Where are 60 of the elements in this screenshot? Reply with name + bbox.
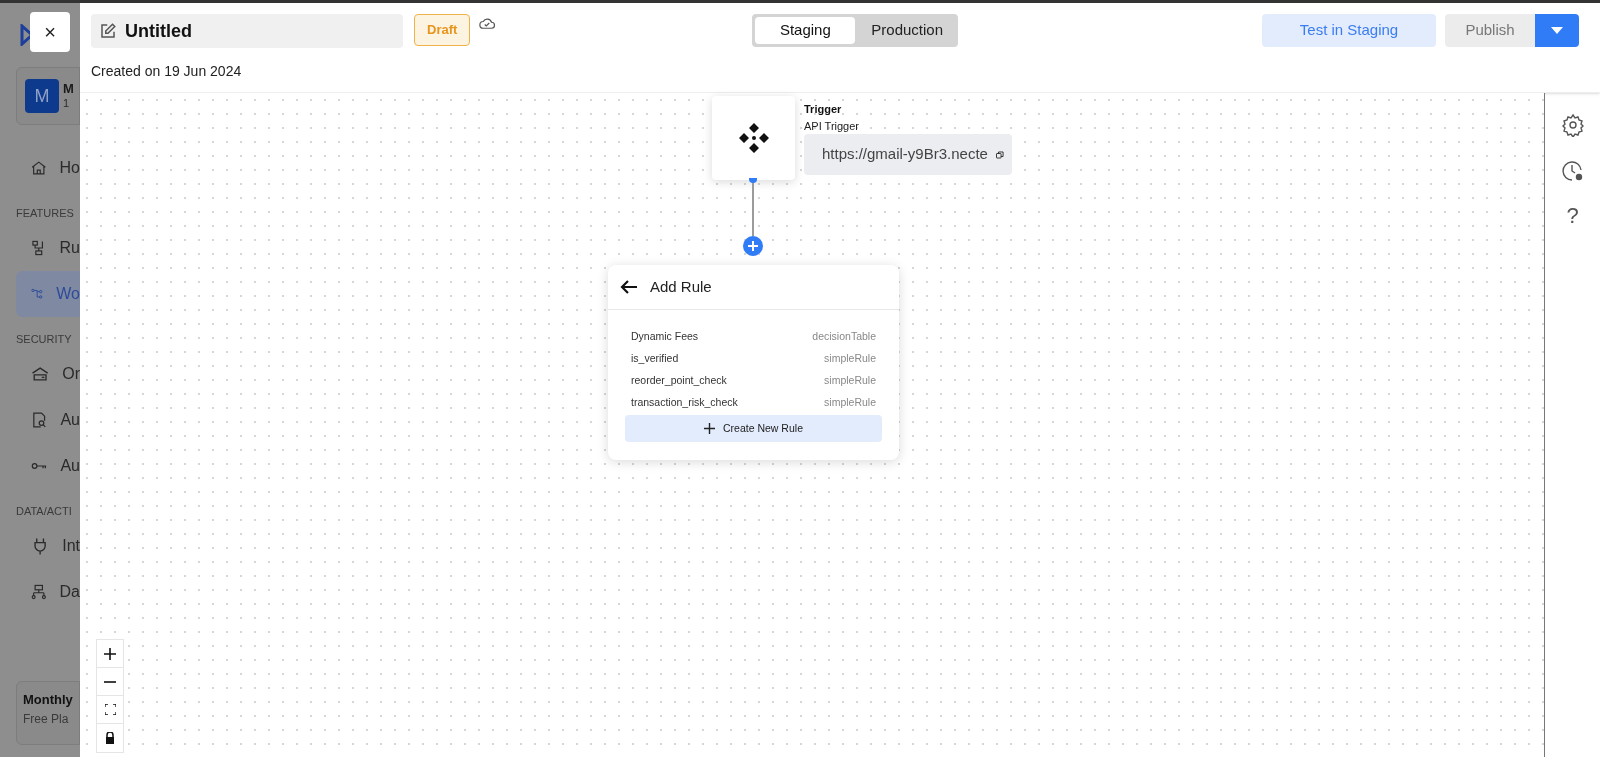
fit-view-icon [104, 704, 116, 715]
rule-name: is_verified [631, 351, 679, 367]
connector-handle [749, 178, 757, 183]
rule-type: decisionTable [812, 329, 876, 345]
trigger-title: Trigger [804, 102, 842, 117]
nav-item[interactable]: Ho [16, 145, 80, 191]
created-date: Created on 19 Jun 2024 [91, 62, 243, 81]
caret-icon [1551, 26, 1563, 35]
api-icon [737, 122, 770, 154]
rule-name: Dynamic Fees [631, 329, 699, 345]
lock-icon [105, 732, 115, 744]
rule-item[interactable]: transaction_risk_check simpleRule [625, 392, 882, 414]
status-badge: Draft [414, 14, 471, 46]
environment-tab[interactable]: Staging [755, 17, 856, 44]
nav-item[interactable]: Au [16, 397, 80, 443]
section-heading: FEATURES [16, 205, 74, 221]
rule-type: simpleRule [824, 373, 876, 389]
plus-icon [748, 241, 758, 251]
help-icon[interactable]: ? [1566, 205, 1579, 227]
clock-settings-icon[interactable] [1560, 159, 1585, 183]
rule-item[interactable]: Dynamic Fees decisionTable [625, 326, 882, 348]
account-id: 1 [63, 97, 71, 111]
rule-name: reorder_point_check [631, 373, 727, 389]
rule-item[interactable]: reorder_point_check simpleRule [625, 370, 882, 392]
rule-type: simpleRule [824, 351, 876, 367]
section-heading: DATA/ACTI [16, 503, 72, 519]
plan-title: Monthly [23, 691, 74, 709]
rule-item[interactable]: is_verified simpleRule [625, 348, 882, 370]
minus-icon [104, 680, 116, 683]
back-arrow-icon[interactable] [620, 279, 638, 295]
nav-item[interactable]: Or [16, 351, 80, 397]
plus-icon [704, 423, 715, 434]
create-new-rule-button[interactable]: Create New Rule [625, 415, 882, 442]
card-title: Add Rule [650, 276, 712, 297]
avatar: M [25, 79, 59, 113]
environment-tab[interactable]: Production [855, 17, 956, 44]
nav-item[interactable]: Int [16, 523, 80, 569]
edit-icon [99, 22, 117, 40]
settings-icon[interactable] [1560, 113, 1585, 137]
trigger-node[interactable] [712, 96, 795, 180]
plus-icon [104, 647, 116, 660]
section-heading: SECURITY [16, 331, 72, 347]
title-field[interactable]: Untitled [91, 14, 403, 48]
key-icon [30, 461, 49, 471]
nav-item[interactable]: Da [16, 569, 80, 615]
cloud-check-icon [478, 15, 497, 31]
rule-name: transaction_risk_check [631, 395, 738, 411]
trigger-type: API Trigger [804, 119, 860, 134]
account-name: M [63, 81, 74, 98]
close-button[interactable]: × [30, 12, 70, 52]
rule-type: simpleRule [824, 395, 876, 411]
nav-item[interactable]: Au [16, 443, 80, 489]
nav-item[interactable]: Ru [16, 225, 80, 271]
connector-line [752, 180, 754, 236]
document-search-icon [30, 409, 49, 431]
add-step-button[interactable] [743, 236, 763, 256]
publish-menu-button[interactable] [1535, 14, 1579, 47]
publish-button[interactable]: Publish [1445, 14, 1535, 47]
url-field[interactable]: https://gmail-y9Br3.necte [804, 134, 1012, 175]
plan-name: Free Pla [23, 710, 70, 728]
